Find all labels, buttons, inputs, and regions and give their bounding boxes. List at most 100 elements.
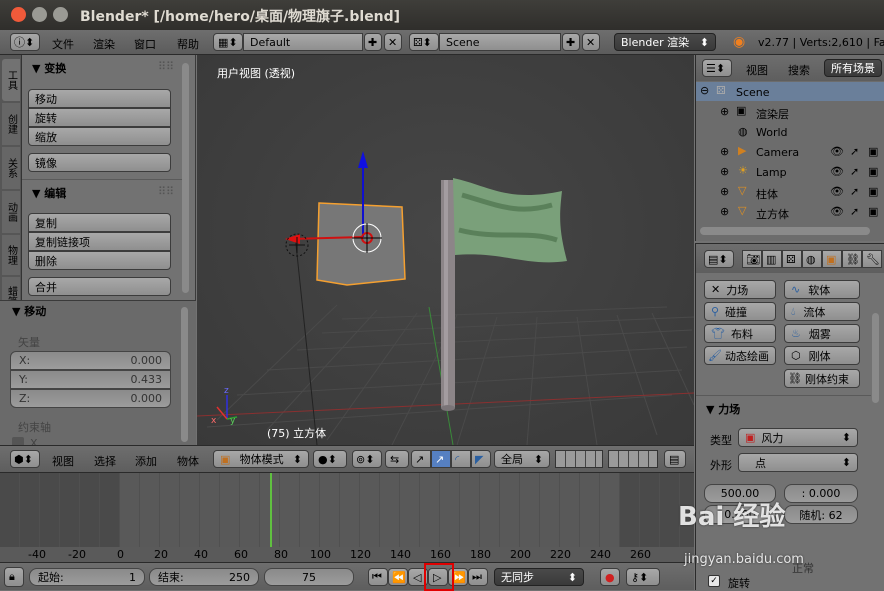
properties-context-tabs[interactable]: 📷︎ ▥ ⚄ ◍ ▣ ⛓ 🔧︎ [742,250,884,268]
editor-type-info-button[interactable]: ⓘ⬍ [10,33,40,51]
menu-file[interactable]: 文件 [52,36,74,52]
mirror-button[interactable]: 镜像 [28,153,171,172]
world-tab-icon[interactable]: ◍ [802,250,822,268]
duplicate-linked-button[interactable]: 复制链接项 [28,232,171,251]
outliner-camera-label[interactable]: Camera [756,146,799,159]
end-frame-field[interactable]: 结束: 250 [149,568,259,586]
smoke-button[interactable]: ♨ 烟雾 [784,324,860,343]
scene-name-field[interactable]: Scene [439,33,561,51]
outliner-cube-label[interactable]: 立方体 [756,206,789,222]
outliner-menu-view[interactable]: 视图 [746,62,768,78]
keying-set-button[interactable]: ⚷⬍ [626,568,660,586]
timeline[interactable]: -40 -20 0 20 40 60 80 100 120 140 160 18… [0,472,694,562]
expand-icon[interactable]: ⊕ [720,165,729,178]
layout-remove-button[interactable]: ✕ [384,33,402,51]
tab-relations[interactable]: 关系 [2,147,20,189]
constraint-x-checkbox[interactable] [12,437,24,445]
menu-object[interactable]: 物体 [177,453,199,469]
field-type-dropdown[interactable]: ▣ 风力 ⬍ [738,428,858,447]
operator-header[interactable]: ▼ 移动 [12,303,46,319]
shading-dropdown[interactable]: ●⬍ [313,450,347,468]
force-field-header[interactable]: ▼ 力场 [706,401,740,417]
tab-animation[interactable]: 动画 [2,191,20,233]
render-camera-icon[interactable]: ▣ [868,145,878,158]
close-button[interactable] [11,7,26,22]
mode-dropdown[interactable]: ▣ 物体模式 ⬍ [213,450,309,468]
vector-y-field[interactable]: Y: 0.433 [10,370,171,389]
layer-buttons-2[interactable] [608,450,658,468]
layer-buttons-1[interactable] [555,450,603,468]
outliner-lamp-label[interactable]: Lamp [756,166,787,179]
tab-tools[interactable]: 工具 [2,59,20,101]
timeline-lock-button[interactable]: 🔒︎ [4,567,24,587]
outliner-scrollbar[interactable] [700,227,870,235]
maximize-button[interactable] [53,7,68,22]
record-button[interactable]: ● [600,568,620,586]
jump-start-button[interactable]: ⏮ [368,568,388,586]
translate-manipulator[interactable]: ↗ [411,450,431,468]
expand-icon[interactable]: ⊕ [720,105,729,118]
cloth-button[interactable]: 👕︎ 布料 [704,324,776,343]
pivot-dropdown[interactable]: ⊚⬍ [352,450,382,468]
lock-camera-button[interactable]: ▤ [664,450,686,468]
visibility-eye-icon[interactable]: 👁︎ [830,145,844,158]
menu-window[interactable]: 窗口 [134,36,156,52]
force-field-button[interactable]: ✕ 力场 [704,280,776,299]
scale-manipulator[interactable]: ◤ [471,450,491,468]
rigid-body-constraint-button[interactable]: ⛓ 刚体约束 [784,369,860,388]
menu-select[interactable]: 选择 [94,453,116,469]
field-shape-dropdown[interactable]: 点 ⬍ [738,453,858,472]
editor-type-properties-button[interactable]: ▤⬍ [704,250,734,268]
duplicate-button[interactable]: 复制 [28,213,171,232]
sync-dropdown[interactable]: 无同步 ⬍ [494,568,584,586]
scene-remove-button[interactable]: ✕ [582,33,600,51]
layout-add-button[interactable]: ✚ [364,33,382,51]
visibility-eye-icon[interactable]: 👁︎ [830,165,844,178]
collision-button[interactable]: ⚲ 碰撞 [704,302,776,321]
select-arrow-icon[interactable]: ➚ [850,165,859,178]
operator-scrollbar[interactable] [181,307,188,442]
tool-shelf-scrollbar[interactable] [182,63,189,293]
dynamic-paint-button[interactable]: 🖌︎ 动态绘画 [704,346,776,365]
outliner-display-mode[interactable]: 所有场景 [824,59,882,77]
select-arrow-icon[interactable]: ➚ [850,185,859,198]
select-arrow-icon[interactable]: ➚ [850,205,859,218]
scene-add-button[interactable]: ✚ [562,33,580,51]
outliner-scene-label[interactable]: Scene [736,86,770,99]
render-camera-icon[interactable]: ▣ [868,185,878,198]
layout-type-button[interactable]: ▦⬍ [213,33,243,51]
layers-tab-icon[interactable]: ▥ [762,250,782,268]
current-frame-field[interactable]: 75 [264,568,354,586]
move-manipulator[interactable]: ↗ [431,450,451,468]
vector-z-field[interactable]: Z: 0.000 [10,389,171,408]
menu-view[interactable]: 视图 [52,453,74,469]
join-button[interactable]: 合并 [28,277,171,296]
visibility-eye-icon[interactable]: 👁︎ [830,205,844,218]
scene-type-button[interactable]: ⚄⬍ [409,33,439,51]
editor-type-outliner-button[interactable]: ☰⬍ [702,59,732,77]
minimize-button[interactable] [32,7,47,22]
rotate-manipulator[interactable]: ◜ [451,450,471,468]
tab-physics-visible[interactable]: 物理 [2,235,20,275]
object-tab-icon[interactable]: ▣ [822,250,842,268]
viewport-3d[interactable]: 用户视图 (透视) z x y (75) 立方体 [197,55,694,445]
move-button[interactable]: 移动 [28,89,171,108]
outliner-menu-search[interactable]: 搜索 [788,62,810,78]
render-camera-icon[interactable]: ▣ [868,165,878,178]
scene-tab-icon[interactable]: ⚄ [782,250,802,268]
expand-icon[interactable]: ⊕ [720,205,729,218]
rigid-body-button[interactable]: ⬡ 刚体 [784,346,860,365]
menu-help[interactable]: 帮助 [177,36,199,52]
visibility-eye-icon[interactable]: 👁︎ [830,185,844,198]
expand-icon[interactable]: ⊕ [720,185,729,198]
select-arrow-icon[interactable]: ➚ [850,145,859,158]
tab-create[interactable]: 创建 [2,103,20,145]
layout-name-field[interactable]: Default [243,33,363,51]
delete-button[interactable]: 删除 [28,251,171,270]
menu-render[interactable]: 渲染 [93,36,115,52]
scale-button[interactable]: 缩放 [28,127,171,146]
start-frame-field[interactable]: 起始: 1 [29,568,145,586]
transform-header[interactable]: ▼ 变换 [32,60,66,76]
prev-keyframe-button[interactable]: ⏪ [388,568,408,586]
expand-icon[interactable]: ⊕ [720,145,729,158]
